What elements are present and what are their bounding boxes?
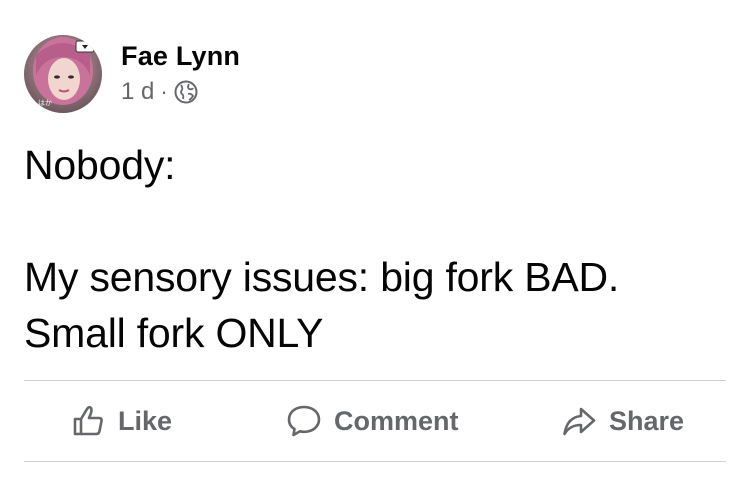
share-arrow-icon bbox=[561, 403, 597, 439]
post-meta: Fae Lynn 1 d · bbox=[121, 40, 240, 106]
post-timestamp[interactable]: 1 d bbox=[121, 78, 154, 106]
post-card: はか Fae Lynn 1 d · Nobody: My sensory iss… bbox=[0, 0, 750, 477]
like-label: Like bbox=[118, 405, 173, 436]
avatar[interactable]: はか bbox=[24, 35, 102, 113]
post-text-gap bbox=[24, 193, 724, 249]
author-name[interactable]: Fae Lynn bbox=[121, 40, 240, 72]
comment-label: Comment bbox=[334, 405, 459, 436]
post-body: Nobody: My sensory issues: big fork BAD.… bbox=[24, 137, 724, 361]
post-subline: 1 d · bbox=[121, 78, 240, 106]
share-label: Share bbox=[609, 405, 685, 436]
svg-text:はか: はか bbox=[38, 99, 52, 107]
post-header: はか Fae Lynn 1 d · bbox=[24, 35, 240, 113]
post-text-line: My sensory issues: big fork BAD. bbox=[24, 254, 620, 300]
divider-bottom bbox=[24, 461, 726, 462]
separator-dot: · bbox=[160, 79, 168, 104]
post-text-line: Nobody: bbox=[24, 142, 176, 188]
comment-bubble-icon bbox=[286, 403, 322, 439]
share-button[interactable]: Share bbox=[561, 381, 684, 461]
globe-icon bbox=[174, 80, 198, 104]
action-bar: Like Comment Share bbox=[24, 381, 726, 461]
comment-button[interactable]: Comment bbox=[286, 381, 459, 461]
avatar-image: はか bbox=[24, 35, 102, 113]
thumbs-up-icon bbox=[70, 403, 106, 439]
post-text-line: Small fork ONLY bbox=[24, 310, 324, 356]
like-button[interactable]: Like bbox=[70, 381, 172, 461]
